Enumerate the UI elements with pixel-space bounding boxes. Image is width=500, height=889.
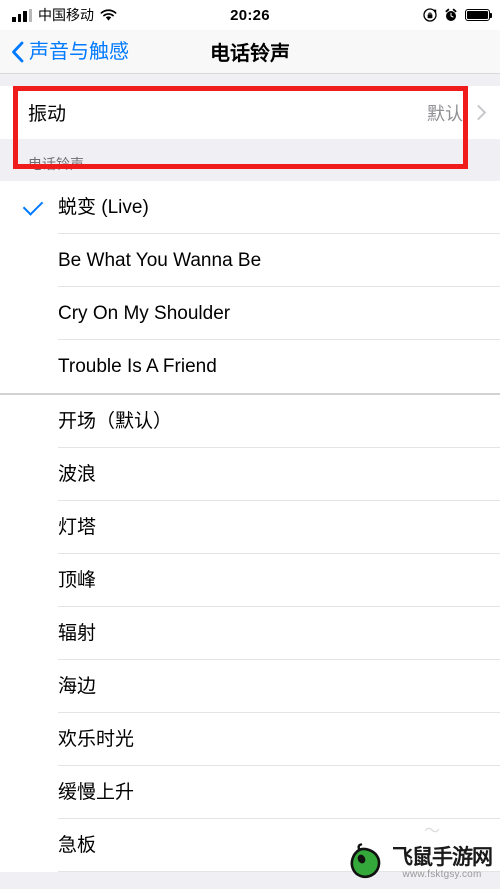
list-item[interactable]: 波浪 bbox=[0, 448, 500, 501]
list-item[interactable]: 蜕变 (Live) bbox=[0, 181, 500, 234]
list-item[interactable]: 辐射 bbox=[0, 607, 500, 660]
list-item-label: Cry On My Shoulder bbox=[58, 303, 231, 324]
row-divider bbox=[58, 871, 500, 872]
builtin-ringtone-list: 开场（默认） 波浪 灯塔 顶峰 辐射 海边 欢乐时光 缓慢上升 急板 bbox=[0, 395, 500, 872]
list-item-label: Be What You Wanna Be bbox=[58, 250, 262, 271]
signal-bars-icon bbox=[12, 8, 32, 22]
top-spacer bbox=[0, 74, 500, 86]
section-header-label: 电话铃声 bbox=[28, 156, 84, 172]
status-bar: 中国移动 20:26 bbox=[0, 0, 500, 30]
list-item-label: Trouble Is A Friend bbox=[58, 356, 217, 377]
carrier-label: 中国移动 bbox=[38, 7, 94, 23]
chevron-right-icon bbox=[470, 104, 487, 121]
list-item-label: 开场（默认） bbox=[58, 411, 173, 432]
battery-icon bbox=[465, 9, 493, 21]
list-item[interactable]: 欢乐时光 bbox=[0, 713, 500, 766]
list-item-label: 急板 bbox=[58, 835, 97, 856]
watermark-squiggle: 〜 bbox=[423, 823, 440, 840]
list-item-label: 欢乐时光 bbox=[58, 729, 135, 750]
chevron-left-icon bbox=[12, 41, 24, 62]
list-item-label: 灯塔 bbox=[58, 517, 97, 538]
list-item-label: 波浪 bbox=[58, 464, 97, 485]
wifi-icon bbox=[100, 8, 117, 21]
vibration-value: 默认 bbox=[427, 103, 463, 124]
vibration-label: 振动 bbox=[28, 104, 67, 125]
list-item[interactable]: 开场（默认） bbox=[0, 395, 500, 448]
list-item-label: 缓慢上升 bbox=[58, 782, 135, 803]
nav-bar: 声音与触感 电话铃声 bbox=[0, 30, 500, 74]
vibration-group: 振动 默认 bbox=[0, 86, 500, 139]
list-item-label: 辐射 bbox=[58, 623, 97, 644]
back-button-label: 声音与触感 bbox=[29, 40, 129, 63]
list-item-label: 海边 bbox=[58, 676, 97, 697]
vibration-row[interactable]: 振动 默认 bbox=[0, 86, 500, 139]
back-button[interactable]: 声音与触感 bbox=[0, 41, 129, 63]
list-item[interactable]: Be What You Wanna Be bbox=[0, 234, 500, 287]
section-header-ringtone: 电话铃声 bbox=[0, 139, 500, 181]
checkmark-icon bbox=[22, 194, 44, 216]
list-item-label: 蜕变 (Live) bbox=[58, 197, 149, 218]
rotation-lock-icon bbox=[423, 8, 437, 22]
alarm-clock-icon bbox=[445, 8, 457, 21]
status-bar-left: 中国移动 bbox=[12, 8, 117, 22]
list-item[interactable]: Cry On My Shoulder bbox=[0, 287, 500, 340]
custom-ringtone-list: 蜕变 (Live) Be What You Wanna Be Cry On My… bbox=[0, 181, 500, 393]
list-item[interactable]: 灯塔 bbox=[0, 501, 500, 554]
status-bar-right bbox=[423, 8, 493, 22]
list-item-label: 顶峰 bbox=[58, 570, 97, 591]
list-item[interactable]: 缓慢上升 bbox=[0, 766, 500, 819]
list-item[interactable]: Trouble Is A Friend bbox=[0, 340, 500, 393]
settings-content: 振动 默认 电话铃声 蜕变 (Live) Be What You Wanna B… bbox=[0, 74, 500, 889]
list-item[interactable]: 海边 bbox=[0, 660, 500, 713]
list-item[interactable]: 顶峰 bbox=[0, 554, 500, 607]
